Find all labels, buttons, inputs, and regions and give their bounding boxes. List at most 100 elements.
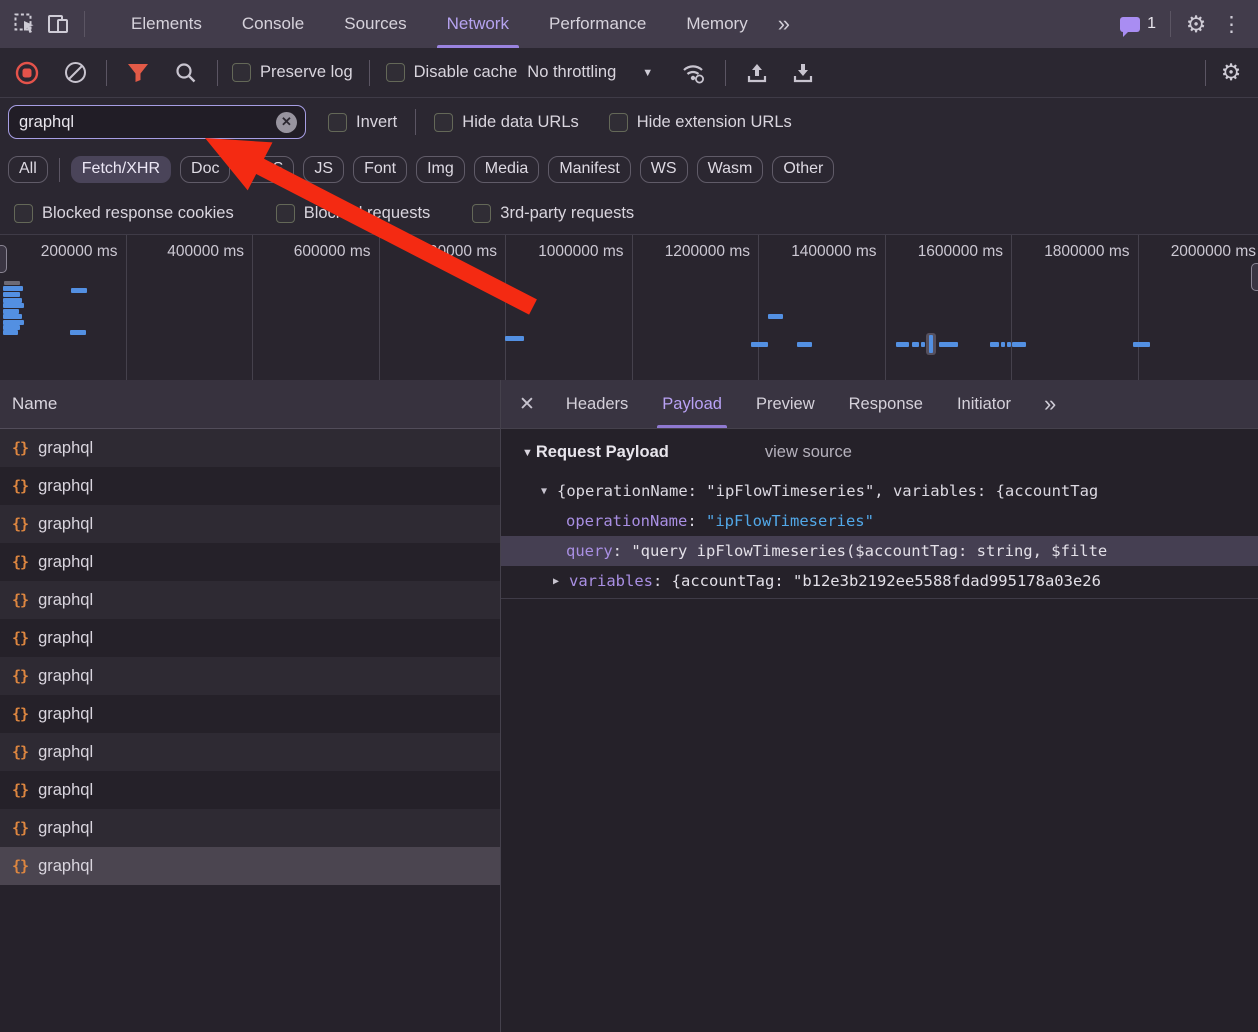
type-filter-fetchxhr[interactable]: Fetch/XHR <box>71 156 171 183</box>
throttling-dropdown[interactable]: No throttling ▼ <box>527 63 653 82</box>
blocked-requests-label: Blocked requests <box>304 204 431 223</box>
table-row[interactable]: {}graphql <box>0 657 500 695</box>
settings-gear-icon[interactable]: ⚙ <box>1179 7 1213 41</box>
record-network-log-button[interactable] <box>10 56 44 90</box>
table-row[interactable]: {}graphql <box>0 543 500 581</box>
advanced-filters-row: Blocked response cookies Blocked request… <box>0 193 1258 235</box>
tab-network[interactable]: Network <box>427 0 529 48</box>
export-har-icon[interactable] <box>786 56 820 90</box>
detail-tab-initiator[interactable]: Initiator <box>940 380 1028 428</box>
view-source-link[interactable]: view source <box>765 443 852 462</box>
filter-icon[interactable] <box>121 56 155 90</box>
import-har-icon[interactable] <box>740 56 774 90</box>
close-icon[interactable]: ✕ <box>501 393 549 416</box>
request-name: graphql <box>38 591 93 610</box>
type-filter-media[interactable]: Media <box>474 156 540 183</box>
more-tabs-icon[interactable]: » <box>768 11 798 37</box>
search-icon[interactable] <box>169 56 203 90</box>
filter-text-input[interactable]: graphql ✕ <box>8 105 306 139</box>
detail-tab-payload[interactable]: Payload <box>645 380 739 428</box>
table-row[interactable]: {}graphql <box>0 771 500 809</box>
device-toolbar-icon[interactable] <box>42 7 76 41</box>
request-name: graphql <box>38 439 93 458</box>
request-name: graphql <box>38 515 93 534</box>
checkbox-box <box>276 204 295 223</box>
divider <box>106 60 107 86</box>
json-request-icon: {} <box>12 667 28 685</box>
table-row[interactable]: {}graphql <box>0 429 500 467</box>
blocked-requests-checkbox[interactable]: Blocked requests <box>276 204 431 223</box>
resource-type-filters: All Fetch/XHR Doc CSS JS Font Img Media Manifest… <box>0 146 1258 193</box>
type-filter-img[interactable]: Img <box>416 156 465 183</box>
tab-sources[interactable]: Sources <box>324 0 426 48</box>
table-row[interactable]: {}graphql <box>0 467 500 505</box>
payload-entry-row-highlighted[interactable]: query: "query ipFlowTimeseries($accountT… <box>501 536 1258 566</box>
type-filter-all[interactable]: All <box>8 156 48 183</box>
third-party-requests-checkbox[interactable]: 3rd-party requests <box>472 204 634 223</box>
tab-elements[interactable]: Elements <box>111 0 222 48</box>
table-row[interactable]: {}graphql <box>0 847 500 885</box>
waterfall-bar <box>3 286 23 291</box>
more-detail-tabs-icon[interactable]: » <box>1034 391 1064 417</box>
table-row[interactable]: {}graphql <box>0 619 500 657</box>
detail-tab-response[interactable]: Response <box>832 380 940 428</box>
inspect-element-icon[interactable] <box>8 7 42 41</box>
waterfall-bar <box>797 342 812 347</box>
json-request-icon: {} <box>12 781 28 799</box>
tab-console[interactable]: Console <box>222 0 324 48</box>
table-row[interactable]: {}graphql <box>0 505 500 543</box>
payload-preview-line[interactable]: ▼ {operationName: "ipFlowTimeseries", va… <box>501 476 1258 506</box>
type-filter-css[interactable]: CSS <box>239 156 294 183</box>
type-filter-other[interactable]: Other <box>772 156 834 183</box>
waterfall-bar <box>1001 342 1005 347</box>
clear-network-log-button[interactable] <box>58 56 92 90</box>
waterfall-bar <box>3 330 18 335</box>
preserve-log-checkbox[interactable]: Preserve log <box>232 63 353 82</box>
table-row[interactable]: {}graphql <box>0 809 500 847</box>
disable-cache-checkbox[interactable]: Disable cache <box>386 63 518 82</box>
payload-key: variables <box>569 572 653 590</box>
payload-entry-row[interactable]: ▶ variables: {accountTag: "b12e3b2192ee5… <box>501 566 1258 596</box>
network-overview-timeline[interactable]: 200000 ms400000 ms600000 ms800000 ms1000… <box>0 235 1258 382</box>
waterfall-bar <box>896 342 909 347</box>
expand-triangle-icon[interactable]: ▶ <box>549 576 563 587</box>
collapse-triangle-icon[interactable]: ▼ <box>522 447 533 459</box>
blocked-response-cookies-checkbox[interactable]: Blocked response cookies <box>14 204 234 223</box>
json-request-icon: {} <box>12 629 28 647</box>
detail-tabs: HeadersPayloadPreviewResponseInitiator <box>549 380 1028 428</box>
name-column-header[interactable]: Name <box>0 380 500 429</box>
payload-preview-text: {operationName: "ipFlowTimeseries", vari… <box>557 482 1098 500</box>
type-filter-font[interactable]: Font <box>353 156 407 183</box>
detail-tab-headers[interactable]: Headers <box>549 380 645 428</box>
type-filter-doc[interactable]: Doc <box>180 156 230 183</box>
throttling-value: No throttling <box>527 63 616 82</box>
hide-data-urls-checkbox[interactable]: Hide data URLs <box>434 113 578 132</box>
json-request-icon: {} <box>12 857 28 875</box>
waterfall-bar <box>3 303 24 308</box>
checkbox-box <box>386 63 405 82</box>
table-row[interactable]: {}graphql <box>0 581 500 619</box>
payload-entry-row[interactable]: operationName: "ipFlowTimeseries" <box>501 506 1258 536</box>
tab-performance[interactable]: Performance <box>529 0 666 48</box>
table-row[interactable]: {}graphql <box>0 733 500 771</box>
detail-tab-preview[interactable]: Preview <box>739 380 832 428</box>
table-row[interactable]: {}graphql <box>0 695 500 733</box>
hide-extension-urls-checkbox[interactable]: Hide extension URLs <box>609 113 792 132</box>
network-settings-gear-icon[interactable]: ⚙ <box>1214 56 1248 90</box>
checkbox-box <box>609 113 628 132</box>
type-filter-ws[interactable]: WS <box>640 156 688 183</box>
invert-checkbox[interactable]: Invert <box>328 113 397 132</box>
network-conditions-icon[interactable] <box>677 56 711 90</box>
request-name: graphql <box>38 743 93 762</box>
checkbox-box <box>232 63 251 82</box>
kebab-menu-icon[interactable]: ⋮ <box>1213 12 1250 37</box>
third-party-label: 3rd-party requests <box>500 204 634 223</box>
issues-button[interactable]: 1 <box>1114 15 1162 33</box>
collapse-triangle-icon[interactable]: ▼ <box>537 486 551 497</box>
clear-filter-icon[interactable]: ✕ <box>276 112 297 133</box>
type-filter-manifest[interactable]: Manifest <box>548 156 630 183</box>
tab-memory[interactable]: Memory <box>666 0 767 48</box>
type-filter-js[interactable]: JS <box>303 156 344 183</box>
type-filter-wasm[interactable]: Wasm <box>697 156 764 183</box>
blocked-cookies-label: Blocked response cookies <box>42 204 234 223</box>
